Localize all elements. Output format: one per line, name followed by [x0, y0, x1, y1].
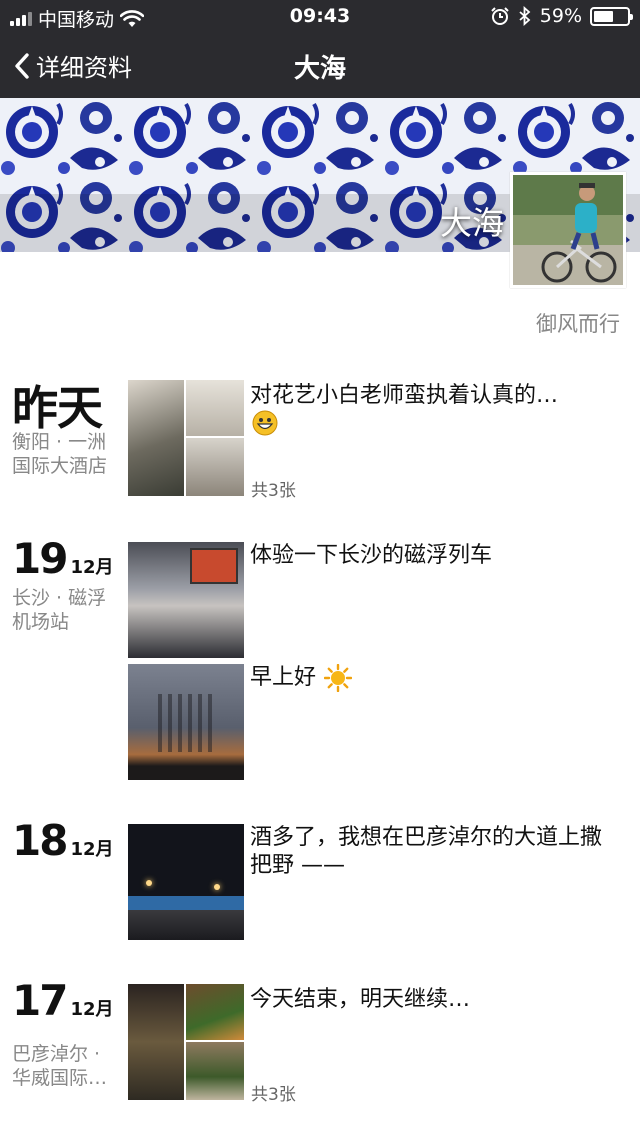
location-label: 巴彦淖尔 · 华威国际…: [12, 1043, 108, 1089]
date-day: 昨天: [12, 381, 103, 435]
post-text[interactable]: 对花艺小白老师蛮执着认真的…: [250, 382, 622, 410]
profile-signature: 御风而行: [536, 312, 620, 336]
battery-icon: [590, 6, 633, 26]
photo-count: 共3张: [251, 1085, 296, 1105]
back-label: 详细资料: [36, 54, 132, 82]
nav-bar: 详细资料 大海: [0, 34, 640, 98]
avatar-image: [513, 175, 623, 285]
alarm-icon: [491, 7, 509, 25]
date-day: 18: [12, 816, 68, 865]
photo-count: 共3张: [251, 481, 296, 501]
date-label: 17 12月: [12, 976, 114, 1025]
post-photo[interactable]: [128, 664, 244, 780]
sun-emoji-icon: [324, 664, 352, 692]
date-label: 18 12月: [12, 816, 114, 865]
date-day: 17: [12, 976, 68, 1025]
date-label: 昨天: [12, 372, 103, 438]
post-photo[interactable]: [186, 438, 244, 496]
post-photo[interactable]: [128, 824, 244, 940]
date-day: 19: [12, 534, 68, 583]
post-text[interactable]: 早上好: [250, 664, 622, 692]
chevron-left-icon: [15, 52, 29, 79]
date-month: 12月: [70, 999, 114, 1020]
post-photo[interactable]: [128, 380, 184, 496]
avatar[interactable]: [510, 172, 626, 288]
profile-name: 大海: [439, 204, 504, 242]
status-bar: 中国移动 09:43 59%: [0, 0, 640, 34]
post-photo[interactable]: [128, 984, 184, 1100]
date-label: 19 12月: [12, 534, 114, 583]
grinning-emoji-icon: [252, 410, 278, 436]
date-month: 12月: [70, 839, 114, 860]
location-label: 衡阳 · 一洲国际大酒店: [12, 431, 108, 477]
post-photo[interactable]: [186, 984, 244, 1040]
back-button[interactable]: 详细资料: [14, 48, 132, 83]
bluetooth-icon: [519, 6, 531, 26]
post-text[interactable]: 今天结束，明天继续…: [250, 986, 622, 1014]
post-text[interactable]: 体验一下长沙的磁浮列车: [250, 542, 622, 570]
post-photo[interactable]: [186, 1042, 244, 1100]
date-month: 12月: [70, 557, 114, 578]
location-label: 长沙 · 磁浮机场站: [12, 587, 107, 633]
battery-percent: 59%: [539, 5, 582, 27]
post-photo[interactable]: [186, 380, 244, 436]
post-photo[interactable]: [128, 542, 244, 658]
post-text[interactable]: 酒多了，我想在巴彦淖尔的大道上撒把野 ——: [250, 824, 622, 880]
